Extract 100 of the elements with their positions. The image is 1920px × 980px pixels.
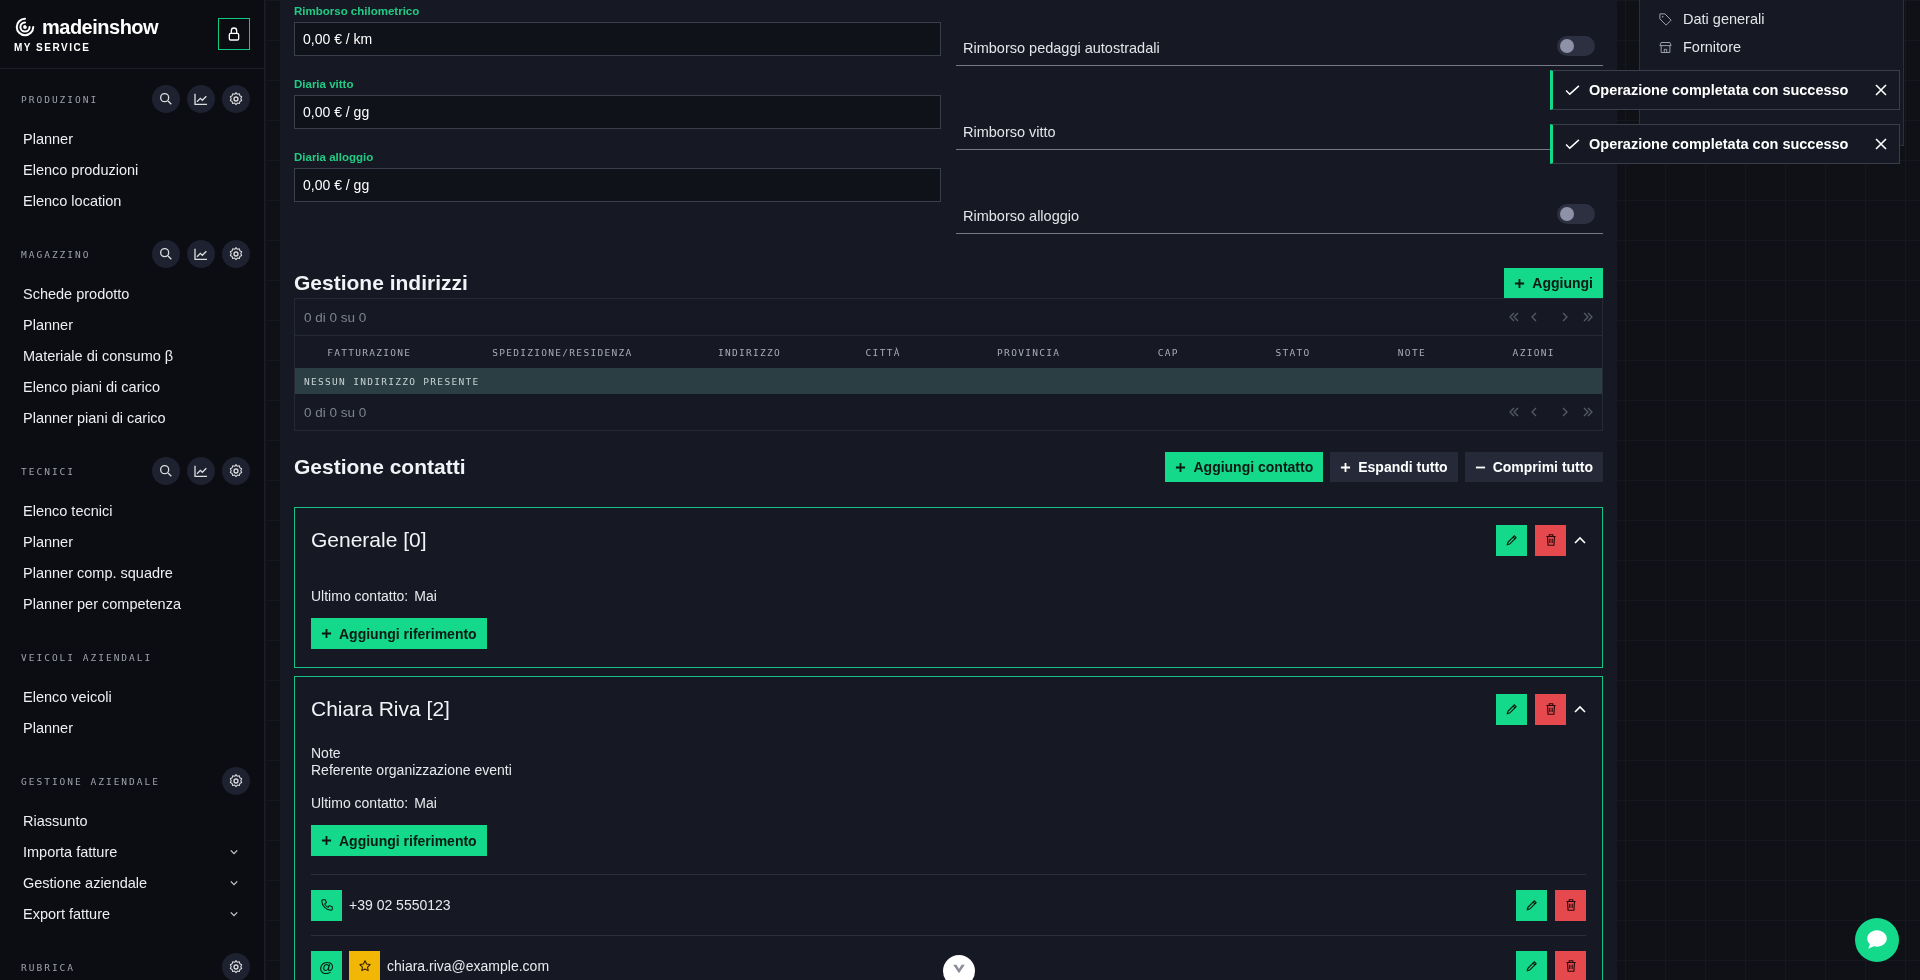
close-icon[interactable] (1875, 138, 1887, 150)
section-title: Gestione indirizzi (294, 271, 468, 295)
caret-icon[interactable] (1574, 705, 1586, 713)
gear-icon (228, 773, 244, 789)
nav-item[interactable]: Planner per competenza (0, 588, 264, 619)
column-header[interactable]: PROVINCIA (948, 346, 1109, 358)
trash-icon (1543, 702, 1558, 716)
edit-button[interactable] (1496, 693, 1527, 725)
edit-button[interactable] (1516, 889, 1547, 921)
column-header[interactable]: FATTURAZIONE (295, 346, 444, 358)
plus-icon (1514, 277, 1526, 289)
toggle-label: Rimborso pedaggi autostradali (963, 40, 1160, 56)
delete-button[interactable] (1555, 889, 1586, 921)
nav-item[interactable]: Elenco veicoli (0, 681, 264, 712)
column-header[interactable]: CAP (1108, 346, 1228, 358)
chart-button[interactable] (187, 457, 215, 485)
section-heading: PRODUZIONI (21, 93, 99, 105)
expand-all-button[interactable]: Espandi tutto (1330, 452, 1458, 482)
settings-button[interactable] (222, 85, 250, 113)
contact-title: Chiara Riva [2] (311, 697, 450, 721)
toggle-switch[interactable] (1557, 204, 1595, 224)
pager-count: 0 di 0 su 0 (304, 404, 367, 420)
settings-button[interactable] (222, 767, 250, 795)
nav-item[interactable]: Elenco piani di carico (0, 371, 264, 402)
gear-icon (228, 246, 244, 262)
settings-button[interactable] (222, 953, 250, 980)
trash-icon (1563, 898, 1578, 912)
gear-icon (228, 959, 244, 975)
tag-icon (1658, 11, 1673, 27)
input-field[interactable]: 0,00 € / gg (294, 95, 941, 129)
nav-item[interactable]: Importa fatture (0, 836, 264, 867)
chart-icon (193, 91, 209, 107)
delete-button[interactable] (1555, 950, 1586, 980)
pagination-icon (1509, 407, 1593, 417)
add-button[interactable]: Aggiungi (1504, 268, 1603, 298)
menu-item[interactable]: Dati generali (1640, 5, 1903, 33)
check-icon (1565, 138, 1580, 150)
settings-button[interactable] (222, 457, 250, 485)
nav-item[interactable]: Elenco tecnici (0, 495, 264, 526)
last-contact-label: Ultimo contatto: (311, 795, 409, 811)
close-icon[interactable] (1875, 84, 1887, 96)
lock-button[interactable] (218, 18, 250, 50)
nav-item[interactable]: Riassunto (0, 805, 264, 836)
field-label: Rimborso chilometrico (294, 5, 421, 17)
chart-button[interactable] (187, 240, 215, 268)
email-icon: @ (311, 950, 342, 980)
chat-button[interactable] (1855, 918, 1899, 962)
toggle-switch[interactable] (1557, 36, 1595, 56)
nav-item[interactable]: Planner piani di carico (0, 402, 264, 433)
column-header[interactable]: CITTÀ (817, 346, 949, 358)
caret-icon[interactable] (1574, 536, 1586, 544)
nav-item[interactable]: Gestione aziendale (0, 867, 264, 898)
chart-icon (193, 246, 209, 262)
edit-button[interactable] (1496, 524, 1527, 556)
add-reference-button[interactable]: Aggiungi riferimento (311, 825, 487, 856)
nav-item[interactable]: Materiale di consumo β (0, 340, 264, 371)
column-header[interactable]: AZIONI (1465, 346, 1602, 358)
toast-message: Operazione completata con successo (1589, 82, 1850, 98)
section-heading: RUBRICA (21, 961, 76, 973)
nav-item[interactable]: Planner (0, 123, 264, 154)
column-header[interactable]: STATO (1227, 346, 1359, 358)
menu-item[interactable]: Fornitore (1640, 33, 1903, 61)
plus-icon (321, 835, 332, 846)
reference-value: +39 02 5550123 (349, 897, 451, 913)
edit-button[interactable] (1516, 950, 1547, 980)
delete-button[interactable] (1535, 693, 1566, 725)
plus-icon (321, 628, 332, 639)
nav-item[interactable]: Schede prodotto (0, 278, 264, 309)
chart-button[interactable] (187, 85, 215, 113)
search-button[interactable] (152, 240, 180, 268)
chevron-down-icon (230, 848, 238, 855)
column-header[interactable]: NOTE (1358, 346, 1466, 358)
delete-button[interactable] (1535, 524, 1566, 556)
search-button[interactable] (152, 457, 180, 485)
add-reference-button[interactable]: Aggiungi riferimento (311, 618, 487, 649)
gear-icon (228, 91, 244, 107)
nav-item[interactable]: Planner comp. squadre (0, 557, 264, 588)
input-field[interactable]: 0,00 € / km (294, 22, 941, 56)
nav-item[interactable]: Planner (0, 309, 264, 340)
search-icon (158, 246, 174, 262)
nav-item[interactable]: Export fatture (0, 898, 264, 929)
empty-message: NESSUN INDIRIZZO PRESENTE (304, 375, 480, 387)
add-contact-button[interactable]: Aggiungi contatto (1165, 452, 1324, 482)
nav-item[interactable]: Elenco location (0, 185, 264, 216)
search-button[interactable] (152, 85, 180, 113)
nav-item[interactable]: Planner (0, 526, 264, 557)
note-text: Referente organizzazione eventi (311, 762, 513, 779)
column-header[interactable]: INDIRIZZO (681, 346, 818, 358)
store-icon (1658, 39, 1673, 55)
spiral-logo-icon (14, 16, 36, 38)
chevron-down-icon (952, 964, 966, 974)
nav-item[interactable]: Planner (0, 712, 264, 743)
column-header[interactable]: SPEDIZIONE/RESIDENZA (443, 346, 682, 358)
collapse-all-button[interactable]: Comprimi tutto (1464, 452, 1603, 482)
section-heading: MAGAZZINO (21, 248, 91, 260)
nav-item[interactable]: Elenco produzioni (0, 154, 264, 185)
input-field[interactable]: 0,00 € / gg (294, 168, 941, 202)
section-heading: TECNICI (21, 465, 76, 477)
pager-count: 0 di 0 su 0 (304, 309, 367, 325)
settings-button[interactable] (222, 240, 250, 268)
